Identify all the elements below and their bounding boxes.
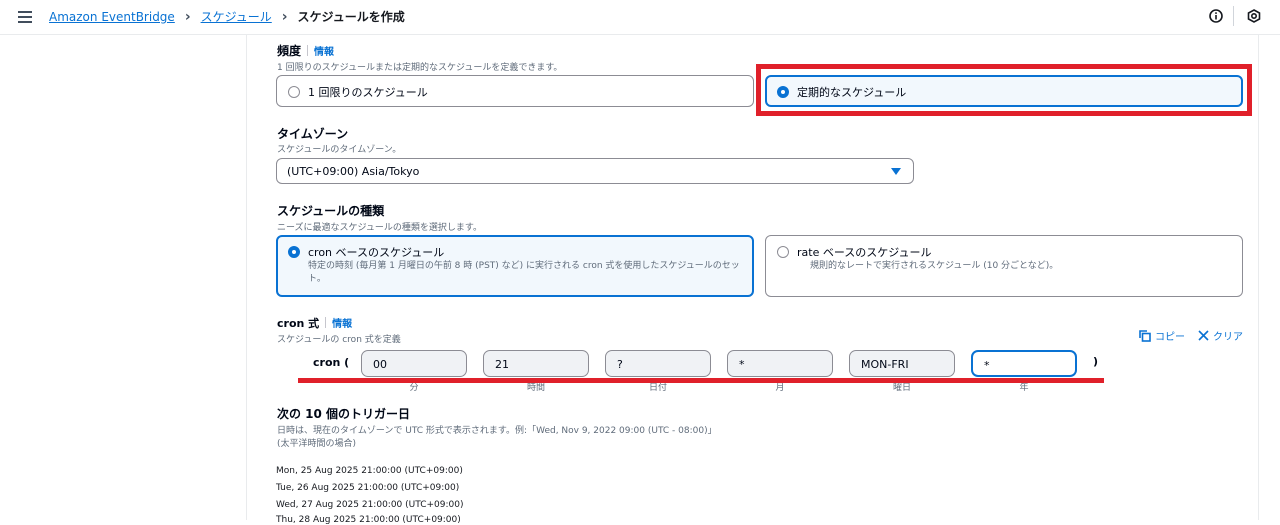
radio-button[interactable]	[777, 246, 789, 258]
schedule-type-description: ニーズに最適なスケジュールの種類を選択します。	[277, 223, 483, 233]
caret-down-icon	[891, 168, 901, 175]
input-value: *	[739, 358, 745, 371]
annotation-highlight-box	[756, 64, 1252, 116]
timezone-select[interactable]: (UTC+09:00) Asia/Tokyo	[276, 158, 914, 184]
option-subtitle: 規則的なレートで実行されるスケジュール (10 分ごとなど)。	[810, 261, 1059, 271]
content-divider	[246, 34, 247, 520]
input-value: 21	[495, 358, 509, 371]
cron-year-input[interactable]: *	[971, 350, 1077, 377]
content-divider	[1258, 34, 1259, 520]
copy-icon	[1139, 329, 1151, 342]
input-value: 00	[373, 358, 387, 371]
frequency-label-text: 頻度	[277, 44, 302, 58]
cron-prefix: cron (	[313, 356, 350, 369]
menu-icon[interactable]	[18, 11, 32, 23]
option-label: 1 回限りのスケジュール	[308, 86, 428, 99]
trigger-dates-label: 次の 10 個のトリガー日	[277, 407, 411, 421]
close-icon	[1198, 330, 1209, 341]
trigger-date-item: Wed, 27 Aug 2025 21:00:00 (UTC+09:00)	[276, 500, 464, 510]
cron-minutes-input[interactable]: 00	[361, 350, 467, 377]
radio-button-selected[interactable]	[288, 246, 300, 258]
cron-based-schedule-option[interactable]: cron ベースのスケジュール 特定の時刻 (毎月第 1 月曜日の午前 8 時 …	[276, 235, 754, 297]
cron-suffix: )	[1093, 355, 1099, 368]
annotation-underline	[298, 378, 1104, 383]
option-subtitle: 特定の時刻 (毎月第 1 月曜日の午前 8 時 (PST) など) に実行される…	[308, 261, 740, 284]
breadcrumb-schedules-link[interactable]: スケジュール	[201, 8, 272, 25]
top-navigation-bar: Amazon EventBridge › スケジュール › スケジュールを作成	[0, 0, 1280, 35]
breadcrumb-eventbridge-link[interactable]: Amazon EventBridge	[49, 10, 175, 24]
schedule-type-label: スケジュールの種類	[277, 204, 385, 218]
timezone-description: スケジュールのタイムゾーン。	[277, 145, 402, 155]
cron-hours-input[interactable]: 21	[483, 350, 589, 377]
chevron-right-icon: ›	[184, 8, 191, 25]
input-value: MON-FRI	[861, 358, 909, 371]
trigger-date-item: Mon, 25 Aug 2025 21:00:00 (UTC+09:00)	[276, 466, 463, 476]
divider	[1233, 6, 1234, 26]
option-title: cron ベースのスケジュール	[308, 246, 445, 259]
timezone-value: (UTC+09:00) Asia/Tokyo	[287, 165, 420, 178]
rate-based-schedule-option[interactable]: rate ベースのスケジュール 規則的なレートで実行されるスケジュール (10 …	[765, 235, 1243, 297]
cron-label: cron 式 情報	[277, 315, 352, 331]
trigger-dates-description: 日時は、現在のタイムゾーンで UTC 形式で表示されます。例:「Wed, Nov…	[277, 426, 717, 436]
cron-info-link[interactable]: 情報	[332, 319, 352, 330]
cron-day-of-month-input[interactable]: ?	[605, 350, 711, 377]
breadcrumb: Amazon EventBridge › スケジュール › スケジュールを作成	[49, 8, 405, 25]
trigger-dates-description-note: (太平洋時間の場合)	[277, 439, 357, 449]
chevron-right-icon: ›	[281, 8, 288, 25]
input-value: *	[984, 359, 990, 372]
copy-label: コピー	[1155, 332, 1185, 343]
clear-label: クリア	[1213, 332, 1243, 343]
trigger-date-item: Tue, 26 Aug 2025 21:00:00 (UTC+09:00)	[276, 483, 460, 493]
cron-month-input[interactable]: *	[727, 350, 833, 377]
input-value: ?	[617, 358, 623, 371]
radio-button[interactable]	[288, 86, 300, 98]
option-title: rate ベースのスケジュール	[797, 246, 932, 259]
settings-hexagon-icon[interactable]	[1247, 9, 1261, 23]
trigger-date-item: Thu, 28 Aug 2025 21:00:00 (UTC+09:00)	[276, 515, 461, 525]
frequency-description: 1 回限りのスケジュールまたは定期的なスケジュールを定義できます。	[277, 63, 563, 73]
timezone-label: タイムゾーン	[277, 127, 349, 141]
one-time-schedule-option[interactable]: 1 回限りのスケジュール	[276, 75, 754, 107]
cron-day-of-week-input[interactable]: MON-FRI	[849, 350, 955, 377]
breadcrumb-current: スケジュールを作成	[297, 10, 405, 24]
copy-button[interactable]: コピー	[1139, 328, 1185, 343]
cron-description: スケジュールの cron 式を定義	[277, 335, 401, 345]
cron-label-text: cron 式	[277, 317, 320, 330]
clear-button[interactable]: クリア	[1198, 328, 1243, 343]
info-circle-icon[interactable]	[1209, 9, 1223, 23]
frequency-info-link[interactable]: 情報	[314, 47, 334, 58]
frequency-label: 頻度 情報	[277, 42, 334, 59]
